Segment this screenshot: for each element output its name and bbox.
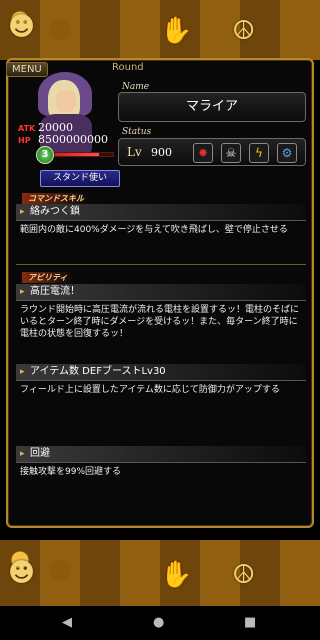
hand-icon: ✋: [160, 560, 193, 590]
lightning-icon[interactable]: ϟ: [249, 143, 269, 163]
level-label: Lv: [127, 145, 142, 159]
command-skill-title: ▸ 絡みつく鎖: [16, 204, 306, 221]
rank-badge: 3: [36, 146, 54, 164]
ability-title-1: ▸ 高圧電流！: [16, 284, 306, 301]
system-nav-bar: ◀ ● ■: [0, 606, 320, 640]
home-icon[interactable]: ●: [153, 615, 164, 630]
ability-description-1: ラウンド開始時に高圧電流が流れる電柱を設置するッ！電柱のそばにいるとターン終了時…: [20, 305, 300, 339]
command-skill-tag: コマンドスキル: [22, 193, 90, 204]
bottom-decorative-band: ☻ ✋ ☮: [0, 540, 320, 606]
ability-description-3: 接触攻撃を99%回避する: [20, 467, 122, 477]
mask-icon: ☻: [8, 558, 36, 588]
mask-icon: ☻: [8, 12, 36, 42]
character-name: マライア: [118, 92, 306, 122]
bolt-gear-icon[interactable]: ⚙: [277, 143, 297, 163]
hand-icon: ✋: [160, 16, 193, 46]
hp-label: HP: [18, 136, 31, 145]
ability-title-3: ▸ 回避: [16, 446, 306, 463]
hp-value: 8500000000: [38, 133, 108, 146]
ability-description-2: フィールド上に設置したアイテム数に応じて防御力がアップする: [20, 385, 280, 395]
peace-icon: ☮: [232, 16, 256, 46]
mark-icon[interactable]: ✹: [193, 143, 213, 163]
name-field-label: Name: [122, 82, 150, 92]
level-value: 900: [151, 146, 172, 159]
skull-icon[interactable]: ☠: [221, 143, 241, 163]
hp-bar: [54, 152, 114, 157]
section-divider: [16, 264, 306, 265]
round-label: Round: [112, 62, 144, 73]
peace-icon: ☮: [232, 560, 256, 590]
status-box: Lv 900 ✹ ☠ ϟ ⚙: [118, 138, 306, 166]
ability-tag: アビリティ: [22, 272, 74, 283]
top-decorative-band: ☻ ✋ ☮: [0, 0, 320, 60]
hp-bar-fill: [55, 153, 99, 156]
atk-label: ATK: [18, 124, 36, 133]
character-stats: ATK 20000 HP 8500000000: [18, 122, 108, 146]
status-field-label: Status: [122, 127, 152, 137]
back-icon[interactable]: ◀: [62, 615, 72, 630]
recents-icon[interactable]: ■: [244, 615, 256, 630]
ability-title-2: ▸ アイテム数 DEFブーストLv30: [16, 364, 306, 381]
stand-user-button[interactable]: スタンド使い: [40, 170, 120, 187]
command-skill-description: 範囲内の敵に400%ダメージを与えて吹き飛ばし、壁で停止させる: [20, 225, 288, 235]
